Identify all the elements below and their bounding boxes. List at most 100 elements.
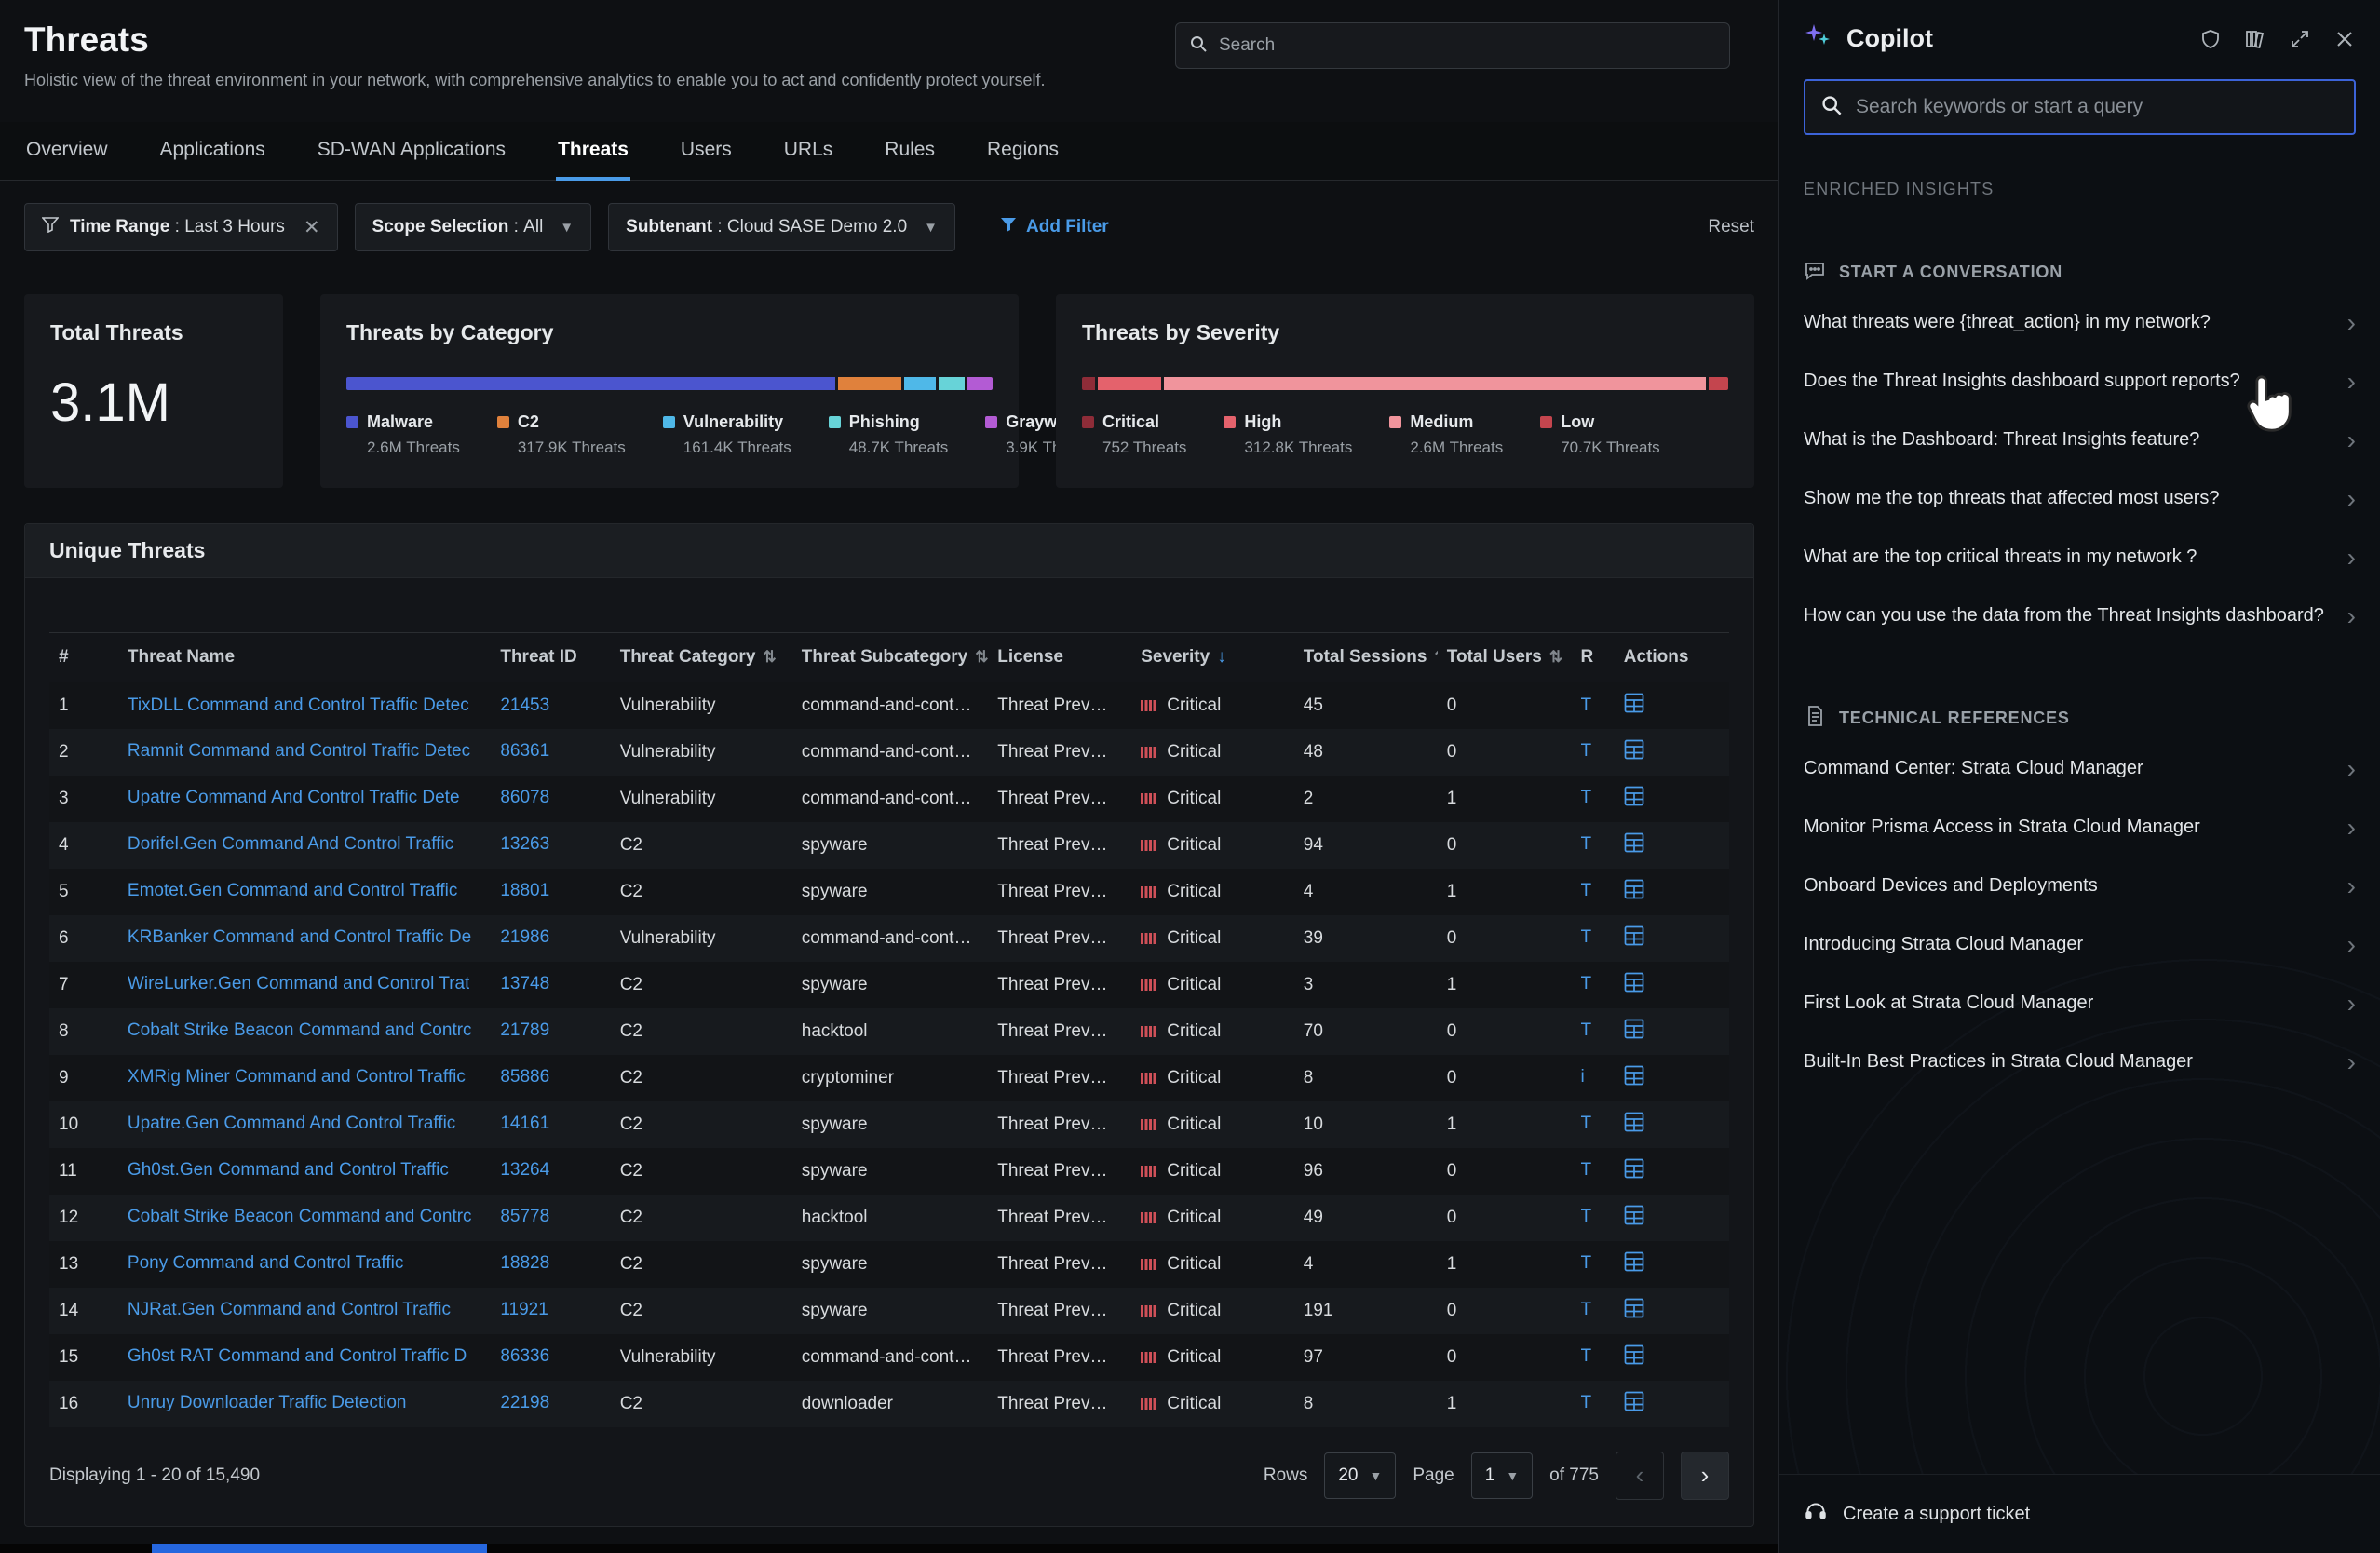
rule-link[interactable]: T bbox=[1581, 927, 1592, 948]
rule-link[interactable]: T bbox=[1581, 1020, 1592, 1041]
conversation-item[interactable]: What threats were {threat_action} in my … bbox=[1779, 293, 2380, 352]
threat-id-link[interactable]: 86078 bbox=[500, 788, 549, 808]
rows-per-page-select[interactable]: 20▼ bbox=[1324, 1452, 1396, 1499]
tab-overview[interactable]: Overview bbox=[24, 122, 110, 180]
threat-id-link[interactable]: 22198 bbox=[500, 1393, 549, 1413]
reference-item[interactable]: Monitor Prisma Access in Strata Cloud Ma… bbox=[1779, 798, 2380, 857]
threat-id-link[interactable]: 13263 bbox=[500, 834, 549, 855]
sort-icon[interactable]: ⇅ bbox=[1434, 648, 1437, 666]
threat-name-link[interactable]: Unruy Downloader Traffic Detection bbox=[128, 1393, 407, 1413]
rule-link[interactable]: T bbox=[1581, 1346, 1592, 1367]
table-row[interactable]: 3Upatre Command And Control Traffic Dete… bbox=[49, 776, 1729, 822]
threat-id-link[interactable]: 18828 bbox=[500, 1253, 549, 1274]
threat-name-link[interactable]: Cobalt Strike Beacon Command and Contrc bbox=[128, 1207, 472, 1227]
table-row[interactable]: 10Upatre.Gen Command And Control Traffic… bbox=[49, 1101, 1729, 1148]
threat-id-link[interactable]: 13264 bbox=[500, 1160, 549, 1181]
table-row[interactable]: 11Gh0st.Gen Command and Control Traffic1… bbox=[49, 1148, 1729, 1195]
threat-id-link[interactable]: 21789 bbox=[500, 1020, 549, 1041]
table-actions-icon[interactable] bbox=[1624, 832, 1644, 853]
threat-id-link[interactable]: 86361 bbox=[500, 741, 549, 762]
threat-name-link[interactable]: Upatre Command And Control Traffic Dete bbox=[128, 788, 460, 808]
table-actions-icon[interactable] bbox=[1624, 1019, 1644, 1039]
search-input[interactable] bbox=[1219, 35, 1716, 56]
table-actions-icon[interactable] bbox=[1624, 1065, 1644, 1086]
table-actions-icon[interactable] bbox=[1624, 739, 1644, 760]
table-row[interactable]: 1TixDLL Command and Control Traffic Dete… bbox=[49, 682, 1729, 729]
conversation-item[interactable]: What is the Dashboard: Threat Insights f… bbox=[1779, 411, 2380, 469]
global-search[interactable] bbox=[1175, 22, 1730, 69]
table-actions-icon[interactable] bbox=[1624, 925, 1644, 946]
threat-id-link[interactable]: 14161 bbox=[500, 1114, 549, 1134]
column-header-threat-category[interactable]: Threat Category⇅ bbox=[611, 633, 792, 682]
reset-button[interactable]: Reset bbox=[1708, 217, 1754, 237]
table-actions-icon[interactable] bbox=[1624, 1205, 1644, 1225]
close-icon[interactable] bbox=[2333, 28, 2356, 50]
threat-name-link[interactable]: XMRig Miner Command and Control Traffic bbox=[128, 1067, 466, 1087]
rule-link[interactable]: T bbox=[1581, 881, 1592, 901]
table-actions-icon[interactable] bbox=[1624, 1251, 1644, 1272]
rule-link[interactable]: T bbox=[1581, 974, 1592, 994]
table-row[interactable]: 16Unruy Downloader Traffic Detection2219… bbox=[49, 1381, 1729, 1427]
rule-link[interactable]: T bbox=[1581, 1114, 1592, 1134]
tab-users[interactable]: Users bbox=[679, 122, 734, 180]
column-header-threat-subcategory[interactable]: Threat Subcategory⇅ bbox=[792, 633, 988, 682]
rule-link[interactable]: T bbox=[1581, 1207, 1592, 1227]
threat-name-link[interactable]: Ramnit Command and Control Traffic Detec bbox=[128, 741, 470, 762]
threat-name-link[interactable]: KRBanker Command and Control Traffic De bbox=[128, 927, 471, 948]
threat-id-link[interactable]: 18801 bbox=[500, 881, 549, 901]
create-support-ticket[interactable]: Create a support ticket bbox=[1779, 1474, 2380, 1553]
time-range-filter-chip[interactable]: Time Range : Last 3 Hours ✕ bbox=[24, 203, 338, 251]
tab-rules[interactable]: Rules bbox=[883, 122, 937, 180]
rule-link[interactable]: T bbox=[1581, 741, 1592, 762]
table-row[interactable]: 9XMRig Miner Command and Control Traffic… bbox=[49, 1055, 1729, 1101]
rule-link[interactable]: T bbox=[1581, 834, 1592, 855]
rule-link[interactable]: T bbox=[1581, 695, 1592, 716]
table-actions-icon[interactable] bbox=[1624, 1158, 1644, 1179]
reference-item[interactable]: Command Center: Strata Cloud Manager› bbox=[1779, 739, 2380, 798]
threat-name-link[interactable]: Emotet.Gen Command and Control Traffic bbox=[128, 881, 457, 901]
sort-icon[interactable]: ⇅ bbox=[975, 648, 988, 666]
tab-regions[interactable]: Regions bbox=[985, 122, 1061, 180]
reference-item[interactable]: First Look at Strata Cloud Manager› bbox=[1779, 974, 2380, 1033]
tab-applications[interactable]: Applications bbox=[158, 122, 267, 180]
reference-item[interactable]: Introducing Strata Cloud Manager› bbox=[1779, 915, 2380, 974]
table-actions-icon[interactable] bbox=[1624, 1298, 1644, 1318]
table-row[interactable]: 14NJRat.Gen Command and Control Traffic1… bbox=[49, 1288, 1729, 1334]
threat-id-link[interactable]: 13748 bbox=[500, 974, 549, 994]
page-select[interactable]: 1▼ bbox=[1471, 1452, 1533, 1499]
reference-item[interactable]: Onboard Devices and Deployments› bbox=[1779, 857, 2380, 915]
table-row[interactable]: 7WireLurker.Gen Command and Control Trat… bbox=[49, 962, 1729, 1008]
table-row[interactable]: 4Dorifel.Gen Command And Control Traffic… bbox=[49, 822, 1729, 869]
column-header-severity[interactable]: Severity↓ bbox=[1131, 633, 1294, 682]
library-icon[interactable] bbox=[2244, 28, 2266, 50]
threat-name-link[interactable]: Pony Command and Control Traffic bbox=[128, 1253, 403, 1274]
conversation-item[interactable]: How can you use the data from the Threat… bbox=[1779, 587, 2380, 645]
threat-name-link[interactable]: Dorifel.Gen Command And Control Traffic bbox=[128, 834, 453, 855]
rule-link[interactable]: T bbox=[1581, 1300, 1592, 1320]
table-row[interactable]: 6KRBanker Command and Control Traffic De… bbox=[49, 915, 1729, 962]
rule-link[interactable]: T bbox=[1581, 788, 1592, 808]
expand-icon[interactable] bbox=[2289, 28, 2311, 50]
tab-sd-wan-applications[interactable]: SD-WAN Applications bbox=[316, 122, 507, 180]
copilot-search[interactable] bbox=[1804, 79, 2356, 135]
prev-page-button[interactable]: ‹ bbox=[1616, 1452, 1664, 1500]
table-row[interactable]: 5Emotet.Gen Command and Control Traffic1… bbox=[49, 869, 1729, 915]
threat-id-link[interactable]: 86336 bbox=[500, 1346, 549, 1367]
threat-id-link[interactable]: 85778 bbox=[500, 1207, 549, 1227]
table-actions-icon[interactable] bbox=[1624, 1391, 1644, 1411]
threat-name-link[interactable]: NJRat.Gen Command and Control Traffic bbox=[128, 1300, 451, 1320]
threat-id-link[interactable]: 21453 bbox=[500, 695, 549, 716]
rule-link[interactable]: T bbox=[1581, 1393, 1592, 1413]
threat-id-link[interactable]: 85886 bbox=[500, 1067, 549, 1087]
scope-selection-chip[interactable]: Scope Selection : All ▼ bbox=[355, 203, 592, 251]
table-actions-icon[interactable] bbox=[1624, 786, 1644, 806]
next-page-button[interactable]: › bbox=[1681, 1452, 1729, 1500]
rule-link[interactable]: i bbox=[1581, 1067, 1585, 1087]
rule-link[interactable]: T bbox=[1581, 1253, 1592, 1274]
rule-link[interactable]: T bbox=[1581, 1160, 1592, 1181]
tab-threats[interactable]: Threats bbox=[556, 122, 630, 180]
threat-name-link[interactable]: Upatre.Gen Command And Control Traffic bbox=[128, 1114, 455, 1134]
tab-urls[interactable]: URLs bbox=[782, 122, 835, 180]
reference-item[interactable]: Built-In Best Practices in Strata Cloud … bbox=[1779, 1033, 2380, 1091]
conversation-item[interactable]: Show me the top threats that affected mo… bbox=[1779, 469, 2380, 528]
